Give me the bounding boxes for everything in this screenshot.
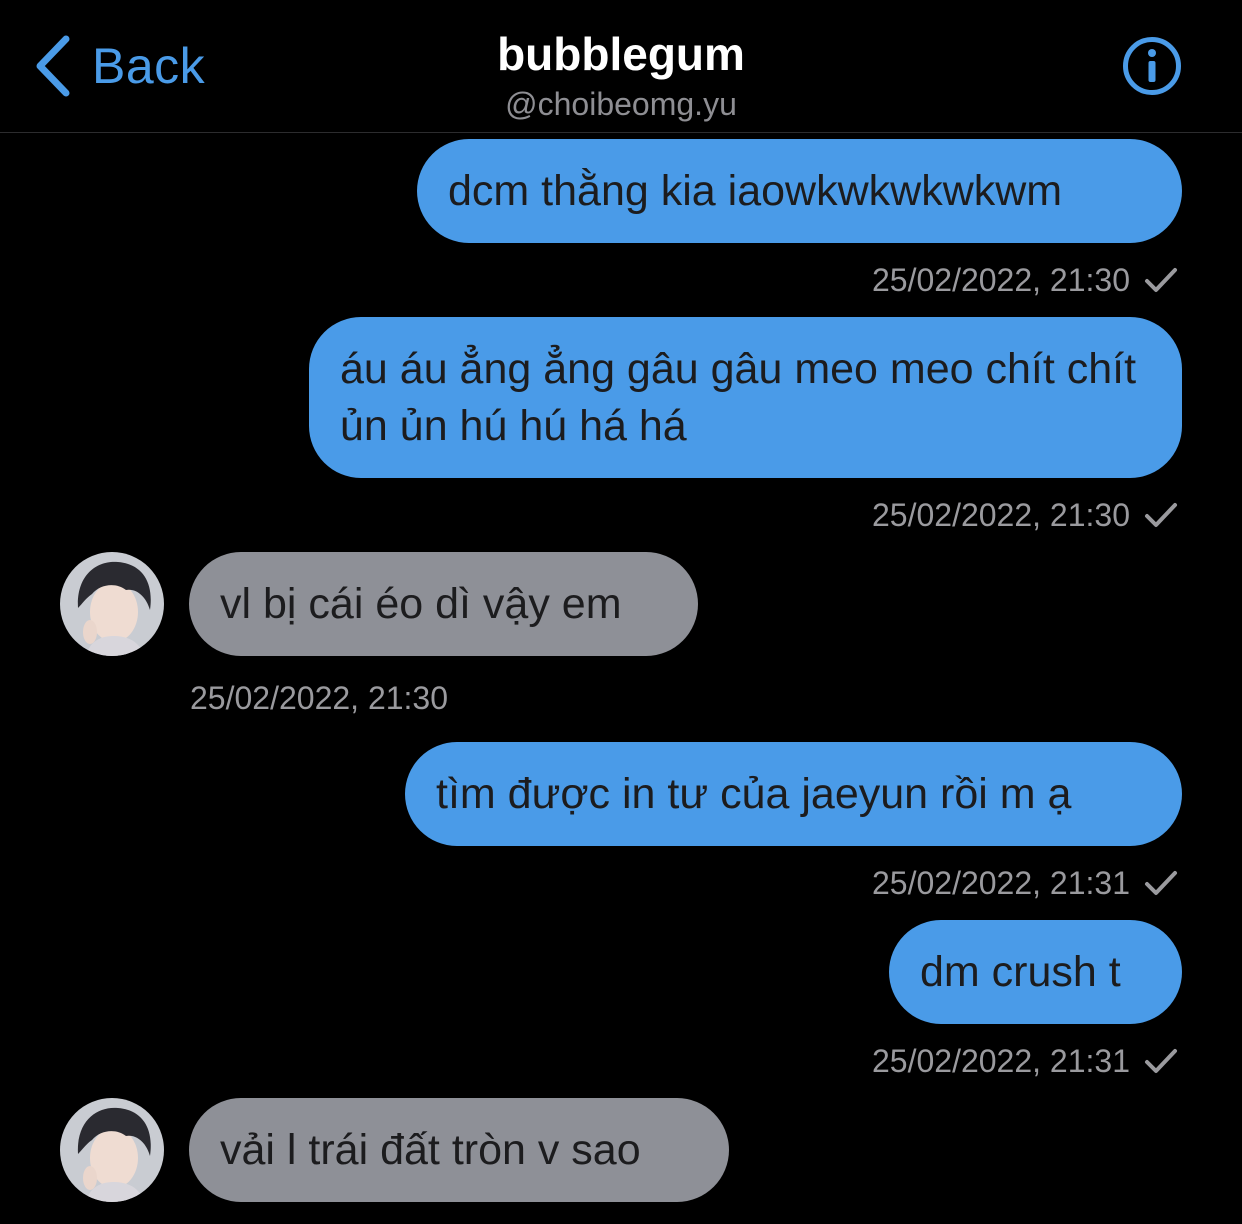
info-button[interactable]: [1122, 36, 1182, 96]
info-circle-icon: [1122, 36, 1182, 96]
message-timestamp: 25/02/2022, 21:31: [872, 863, 1178, 903]
checkmark-icon: [1145, 1049, 1177, 1073]
contact-title[interactable]: bubblegum @choibeomg.yu: [0, 26, 1242, 124]
checkmark-icon: [1145, 871, 1177, 895]
message-text: dm crush t: [920, 947, 1121, 996]
chat-header: Back bubblegum @choibeomg.yu: [0, 0, 1242, 133]
contact-name: bubblegum: [497, 28, 745, 80]
message-timestamp: 25/02/2022, 21:30: [872, 495, 1178, 535]
timestamp-text: 25/02/2022, 21:31: [871, 865, 1130, 901]
checkmark-icon: [1145, 268, 1177, 292]
message-text: dcm thằng kia iaowkwkwkwkwm: [448, 166, 1063, 215]
outgoing-message-bubble[interactable]: dcm thằng kia iaowkwkwkwkwm: [417, 139, 1182, 243]
avatar[interactable]: [60, 552, 164, 656]
outgoing-message-bubble[interactable]: dm crush t: [889, 920, 1182, 1024]
message-text: vải l trái đất tròn v sao: [220, 1125, 641, 1174]
avatar[interactable]: [60, 1098, 164, 1202]
message-text: áu áu ẳng ẳng gâu gâu meo meo chít chít …: [340, 345, 1137, 450]
message-timestamp: 25/02/2022, 21:30: [190, 678, 448, 718]
contact-handle: @choibeomg.yu: [505, 86, 737, 122]
timestamp-text: 25/02/2022, 21:31: [871, 1043, 1130, 1079]
outgoing-message-bubble[interactable]: tìm được in tư của jaeyun rồi m ạ: [405, 742, 1182, 846]
message-timestamp: 25/02/2022, 21:30: [872, 260, 1178, 300]
timestamp-text: 25/02/2022, 21:30: [871, 497, 1130, 533]
incoming-message-bubble[interactable]: vải l trái đất tròn v sao: [189, 1098, 729, 1202]
checkmark-icon: [1145, 503, 1177, 527]
message-text: tìm được in tư của jaeyun rồi m ạ: [436, 769, 1072, 818]
message-timestamp: 25/02/2022, 21:31: [872, 1041, 1178, 1081]
outgoing-message-bubble[interactable]: áu áu ẳng ẳng gâu gâu meo meo chít chít …: [309, 317, 1182, 478]
incoming-message-bubble[interactable]: vl bị cái éo dì vậy em: [189, 552, 698, 656]
message-text: vl bị cái éo dì vậy em: [220, 579, 622, 628]
timestamp-text: 25/02/2022, 21:30: [871, 262, 1130, 298]
timestamp-text: 25/02/2022, 21:30: [190, 680, 449, 716]
